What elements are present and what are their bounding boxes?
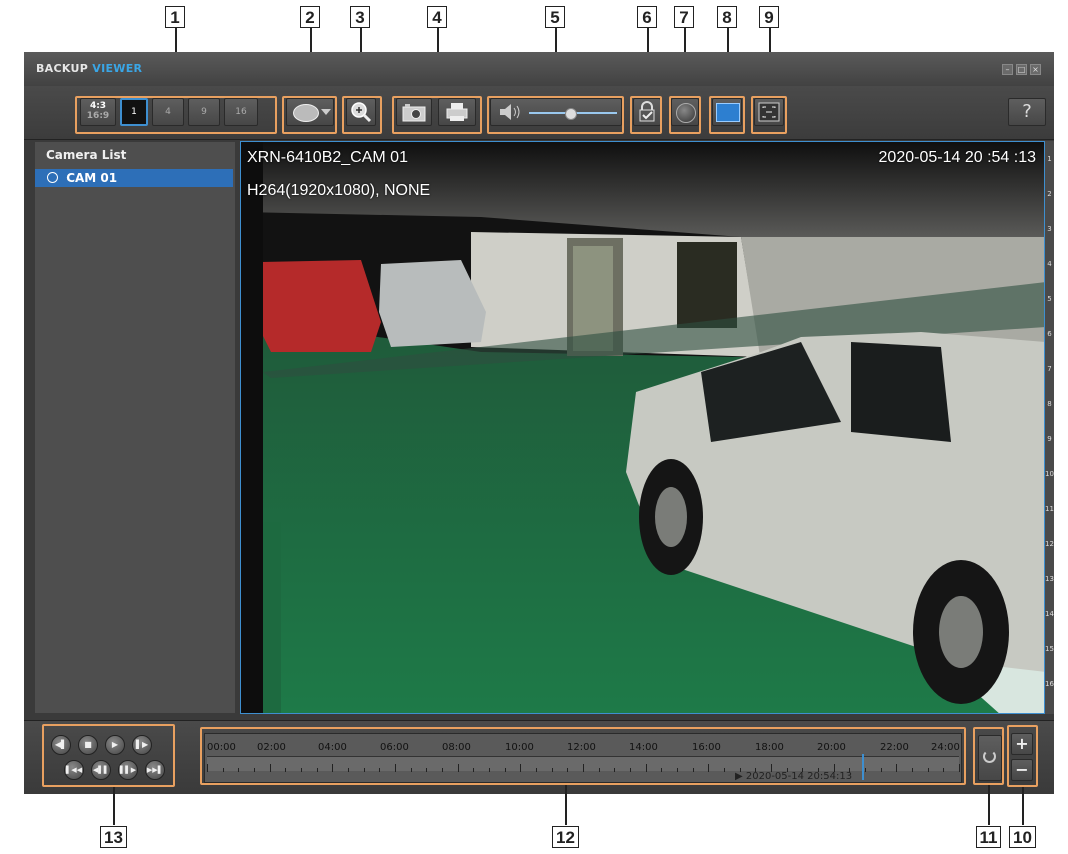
callout-10: 10: [1009, 826, 1036, 848]
callout-11: 11: [976, 826, 1001, 848]
callout-13: 13: [100, 826, 127, 848]
camera-list-item[interactable]: CAM 01: [35, 169, 233, 187]
camera-list-title: Camera List: [46, 148, 127, 162]
camera-list-panel: Camera List CAM 01: [35, 142, 235, 713]
backup-viewer-window: BACKUP VIEWER – □ × 4:3 16:9 1 4 9 16 ? …: [24, 52, 1054, 794]
app-title: BACKUP VIEWER: [36, 62, 143, 75]
video-view[interactable]: XRN-6410B2_CAM 01 2020-05-14 20 :54 :13 …: [240, 141, 1045, 714]
callout-12: 12: [552, 826, 579, 848]
callout-8: 8: [717, 6, 737, 28]
maximize-button[interactable]: □: [1016, 64, 1027, 75]
callout-5: 5: [545, 6, 565, 28]
title-bar: BACKUP VIEWER – □ ×: [24, 52, 1054, 86]
callout-3: 3: [350, 6, 370, 28]
camera-icon: [47, 172, 58, 183]
help-button[interactable]: ?: [1008, 98, 1046, 126]
callout-4: 4: [427, 6, 447, 28]
close-button[interactable]: ×: [1030, 64, 1041, 75]
channel-ruler: 1 2 3 4 5 6 7 8 9 10 11 12 13 14 15 16: [1045, 141, 1054, 714]
callout-2: 2: [300, 6, 320, 28]
timestamp-overlay: 2020-05-14 20 :54 :13: [878, 149, 1036, 166]
codec-info-overlay: H264(1920x1080), NONE: [247, 182, 431, 199]
callout-9: 9: [759, 6, 779, 28]
minimize-button[interactable]: –: [1002, 64, 1013, 75]
parking-garage-video-frame: [241, 142, 1044, 713]
callout-6: 6: [637, 6, 657, 28]
camera-name-overlay: XRN-6410B2_CAM 01: [247, 149, 408, 166]
callout-7: 7: [674, 6, 694, 28]
callout-1: 1: [165, 6, 185, 28]
camera-list-item-label: CAM 01: [66, 171, 118, 185]
